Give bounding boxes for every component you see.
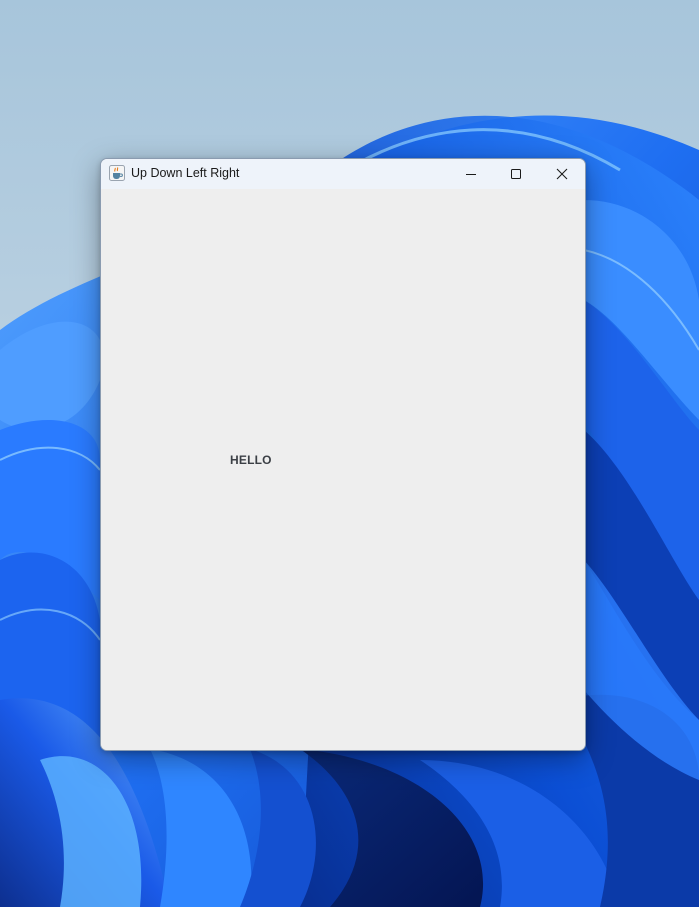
close-icon bbox=[556, 168, 568, 180]
app-window: Up Down Left Right HELLO bbox=[100, 158, 586, 751]
hello-label: HELLO bbox=[230, 453, 272, 467]
minimize-button[interactable] bbox=[448, 159, 494, 189]
desktop: Up Down Left Right HELLO bbox=[0, 0, 699, 907]
close-button[interactable] bbox=[539, 159, 585, 189]
content-panel: HELLO bbox=[101, 189, 585, 750]
java-coffee-cup-icon bbox=[109, 165, 125, 181]
maximize-icon bbox=[511, 169, 521, 179]
minimize-icon bbox=[466, 174, 476, 175]
window-title: Up Down Left Right bbox=[131, 166, 240, 180]
title-bar[interactable]: Up Down Left Right bbox=[101, 159, 585, 189]
maximize-button[interactable] bbox=[493, 159, 539, 189]
